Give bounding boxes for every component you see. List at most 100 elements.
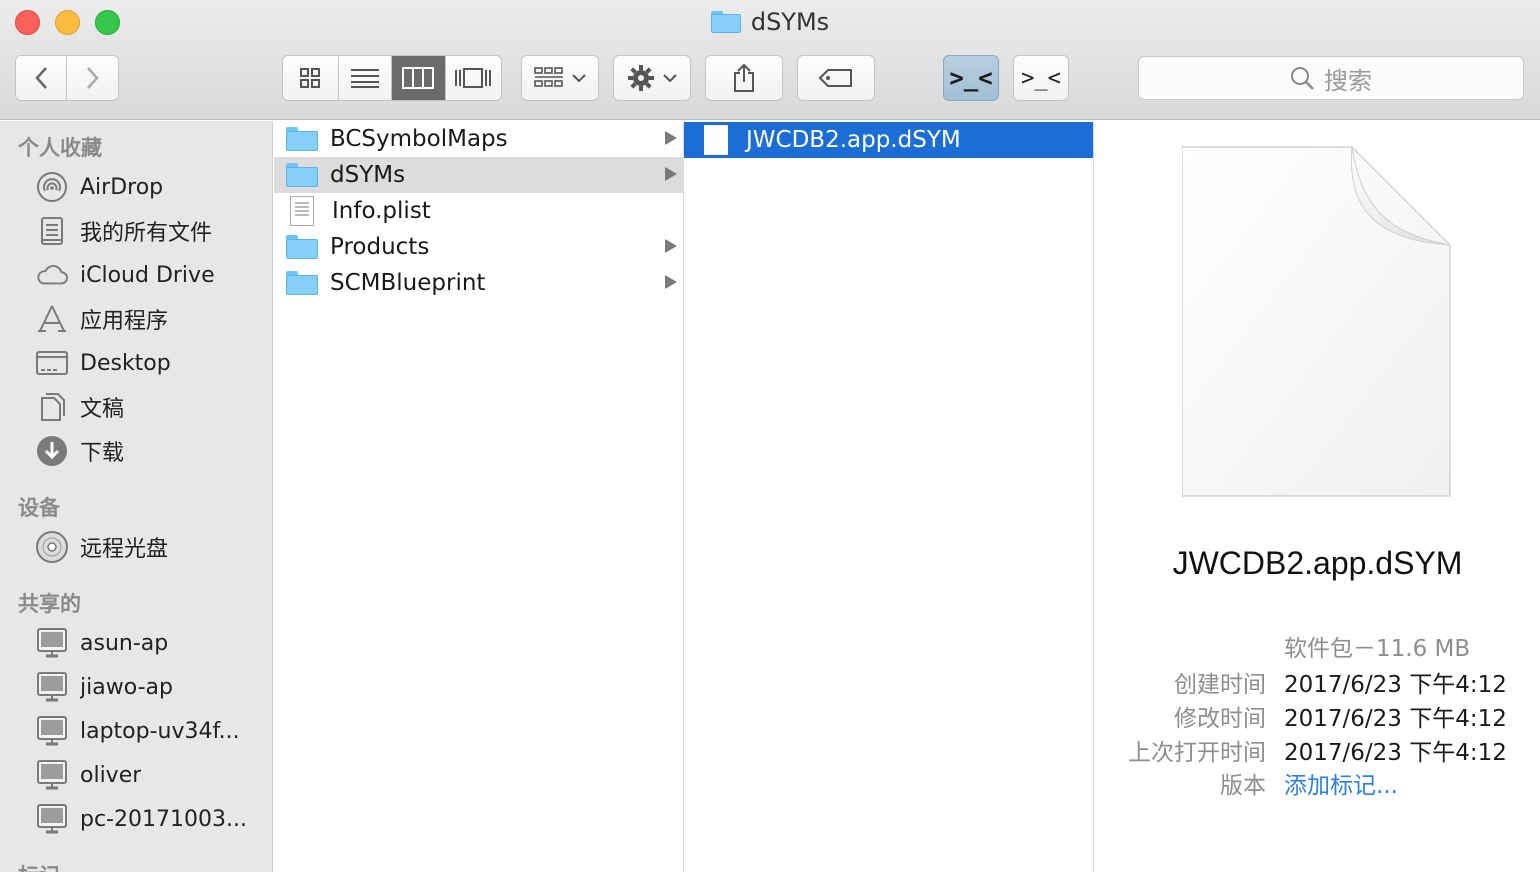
back-button[interactable] [16,56,68,100]
sidebar-item-airdrop[interactable]: AirDrop [0,165,272,209]
sidebar-item-label: 应用程序 [80,309,169,334]
chevron-left-icon [35,67,47,89]
list-view-button[interactable] [339,56,393,100]
gear-icon [628,65,654,91]
sidebar-item-label: asun-ap [80,630,169,656]
tag-icon [818,69,852,87]
tag-button[interactable] [797,55,875,101]
sidebar-item-all-files[interactable]: 我的所有文件 [0,209,272,253]
item-name: BCSymbolMaps [330,126,508,152]
sidebar-item-icloud-drive[interactable]: iCloud Drive [0,253,272,297]
window-title: dSYMs [750,8,830,36]
forward-button[interactable] [67,56,118,100]
disc-icon [36,531,68,563]
cloud-icon [36,259,68,291]
opened-value: 2017/6/23 下午4:12 [1284,740,1507,766]
sidebar-item-remote-disc[interactable]: 远程光盘 [0,525,272,569]
item-name: Products [330,234,430,260]
computer-icon [36,671,68,703]
terminal-button-2[interactable]: >_< [1013,55,1069,101]
sidebar-item-label: 文稿 [80,397,125,422]
preview-pane: JWCDB2.app.dSYM 软件包－11.6 MB 创建时间 2017/6/… [1095,121,1540,872]
created-label: 创建时间 [1174,672,1266,698]
search-field[interactable]: 搜索 [1138,56,1524,100]
share-button[interactable] [705,55,783,101]
computer-icon [36,759,68,791]
document-preview-icon [1182,146,1451,497]
list-item[interactable]: Products [274,229,683,265]
list-item[interactable]: JWCDB2.app.dSYM [684,122,1093,158]
search-placeholder: 搜索 [1324,66,1372,95]
sidebar-section-tags: 标记 [0,857,272,872]
list-item[interactable]: BCSymbolMaps [274,121,683,157]
sidebar-section-devices: 设备 [18,496,60,520]
terminal-button-1-label: >_< [949,64,993,92]
column-view-button[interactable] [392,56,446,100]
icon-view-button[interactable] [283,56,339,100]
sidebar-item-shared-computer[interactable]: jiawo-ap [0,665,272,709]
navigation-buttons [15,55,119,101]
cover-flow-icon [455,68,492,88]
sidebar-item-desktop[interactable]: Desktop [0,341,272,385]
item-name: dSYMs [330,162,406,188]
folder-icon [286,235,318,259]
window-toolbar: dSYMs >_< >_< 搜索 [0,0,1540,120]
sidebar-item-downloads[interactable]: 下载 [0,429,272,473]
view-mode-control [282,55,502,101]
folder-icon [286,163,318,187]
window-title-bar: dSYMs [0,8,1540,38]
arrange-grid-icon [534,67,563,87]
sidebar-item-label: Desktop [80,350,171,376]
preview-kind-size: 软件包－11.6 MB [1284,636,1471,662]
sidebar-item-shared-computer[interactable]: asun-ap [0,621,272,665]
chevron-down-icon [663,74,677,83]
cover-flow-view-button[interactable] [446,56,501,100]
computer-icon [36,715,68,747]
sidebar-item-documents[interactable]: 文稿 [0,385,272,429]
action-button[interactable] [613,55,691,101]
disclosure-arrow-icon [665,131,677,145]
documents-icon [36,391,68,423]
folder-icon [286,127,318,151]
terminal-button-1[interactable]: >_< [943,55,999,101]
sidebar-item-label: pc-20171003... [80,806,247,832]
browser-column-2: JWCDB2.app.dSYM [684,121,1094,872]
grid-icon [300,68,321,88]
add-tags-link[interactable]: 添加标记... [1284,766,1398,800]
sidebar-section-favorites: 个人收藏 [18,136,102,160]
list-item[interactable]: Info.plist [274,193,683,229]
item-name: JWCDB2.app.dSYM [746,127,961,153]
computer-icon [36,627,68,659]
arrange-button[interactable] [521,55,599,101]
list-item[interactable]: SCMBlueprint [274,265,683,301]
download-icon [36,435,68,467]
sidebar-section-shared: 共享的 [18,592,81,616]
package-file-icon [704,125,728,155]
disclosure-arrow-icon [665,239,677,253]
sidebar-item-shared-computer[interactable]: laptop-uv34f... [0,709,272,753]
computer-icon [36,803,68,835]
list-icon [350,69,379,88]
sidebar-item-label: AirDrop [80,174,164,200]
disclosure-arrow-icon [665,167,677,181]
sidebar-item-shared-computer[interactable]: pc-20171003... [0,797,272,841]
list-item[interactable]: dSYMs [274,157,683,193]
folder-icon [286,271,318,295]
sidebar-item-applications[interactable]: 应用程序 [0,297,272,341]
applications-icon [36,303,68,335]
all-files-icon [36,215,68,247]
sidebar: 个人收藏 AirDrop 我的所有文件 iCloud Drive 应用程序 De… [0,121,273,872]
share-icon [734,63,754,92]
sidebar-item-label: 我的所有文件 [80,221,213,246]
sidebar-item-shared-computer[interactable]: oliver [0,753,272,797]
modified-value: 2017/6/23 下午4:12 [1284,706,1507,732]
modified-label: 修改时间 [1174,706,1266,732]
folder-icon [710,11,741,33]
item-name: SCMBlueprint [330,270,486,296]
airdrop-icon [36,171,68,203]
sidebar-item-label: 远程光盘 [80,537,169,562]
version-label: 版本 [1220,773,1266,799]
search-icon [1291,67,1314,90]
sidebar-item-label: laptop-uv34f... [80,718,240,744]
opened-label: 上次打开时间 [1128,740,1266,766]
